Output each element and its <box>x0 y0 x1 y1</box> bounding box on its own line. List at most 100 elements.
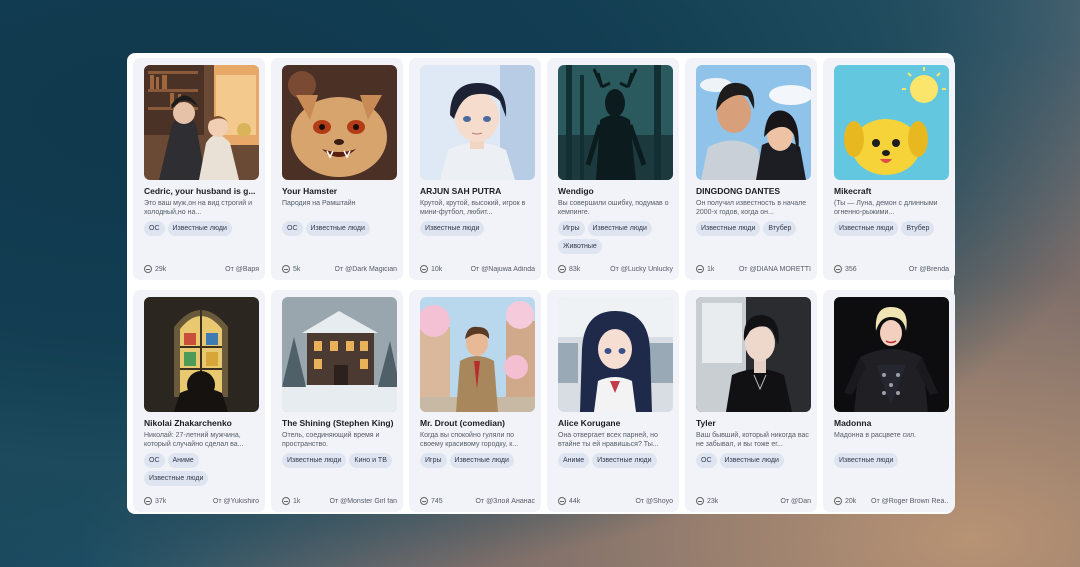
snow-hotel-image <box>282 297 397 412</box>
tag-list: Игры Известные люди <box>420 453 538 468</box>
character-description: Пародия на Рамштайн <box>282 200 356 207</box>
tag-chip[interactable]: Известные люди <box>592 453 657 468</box>
church-window-image <box>144 297 259 412</box>
chat-bubble-icon <box>558 497 566 505</box>
tag-list: Известные люди Кино и ТВ <box>282 453 400 468</box>
character-card[interactable]: Tyler Ваш бывший, который никогда вас не… <box>685 290 817 512</box>
chat-count: 37k <box>144 497 166 505</box>
tag-chip[interactable]: Известные люди <box>719 453 784 468</box>
card-footer: 29k От @Варя <box>144 265 259 273</box>
couple-library-image <box>144 65 259 180</box>
card-footer: 83k От @Lucky Unlucky <box>558 265 673 273</box>
chat-bubble-icon <box>282 497 290 505</box>
character-card[interactable]: Alice Korugane Она отвергает всех парней… <box>547 290 679 512</box>
tag-chip[interactable]: ОС <box>696 453 717 468</box>
chat-count-value: 44k <box>569 497 581 505</box>
chat-count: 10k <box>420 265 442 273</box>
tag-chip[interactable]: Игры <box>420 453 447 468</box>
tag-chip[interactable]: Втубер <box>901 221 935 236</box>
tag-list: Игры Известные люди Животные <box>558 221 676 254</box>
character-card[interactable]: Cedric, your husband is g... Это ваш муж… <box>133 58 265 280</box>
character-description: Вы совершили ошибку, подумав о кемпинге. <box>558 200 669 216</box>
character-title: Tyler <box>696 418 716 428</box>
tag-chip[interactable]: Известные люди <box>167 221 232 236</box>
chat-bubble-icon <box>144 497 152 505</box>
author-link[interactable]: От @DIANA MORETTI <box>739 266 811 273</box>
character-description: Крутой, крутой, высокий, игрок в мини-фу… <box>420 200 526 216</box>
author-link[interactable]: От @Brenda <box>909 266 949 273</box>
character-title: Your Hamster <box>282 186 338 196</box>
tag-chip[interactable]: Животные <box>558 239 602 254</box>
character-title: Nikolai Zhakarchenko <box>144 418 232 428</box>
tag-chip[interactable]: Известные люди <box>587 221 652 236</box>
tag-list: Известные люди Втубер <box>834 221 952 236</box>
author-link[interactable]: От @Roger Brown Rea... <box>871 498 949 505</box>
tag-chip[interactable]: Известные люди <box>305 221 370 236</box>
character-grid: Cedric, your husband is g... Это ваш муж… <box>127 53 955 514</box>
character-title: Alice Korugane <box>558 418 621 428</box>
tag-chip[interactable]: ОС <box>144 221 165 236</box>
author-link[interactable]: От @Najuwa Adinda <box>471 266 535 273</box>
tag-chip[interactable]: Аниме <box>167 453 199 468</box>
author-link[interactable]: От @Monster Girl fan <box>330 498 398 505</box>
tag-chip[interactable]: Известные люди <box>420 221 485 236</box>
character-card[interactable]: Mr. Drout (comedian) Когда вы спокойно г… <box>409 290 541 512</box>
character-title: Cedric, your husband is g... <box>144 186 256 196</box>
anime-girl-image <box>558 297 673 412</box>
card-footer: 1k От @DIANA MORETTI <box>696 265 811 273</box>
chat-count: 83k <box>558 265 580 273</box>
wendigo-image <box>558 65 673 180</box>
card-footer: 5k От @Dark Magician <box>282 265 397 273</box>
card-footer: 23k От @Dan <box>696 497 811 505</box>
character-title: Mikecraft <box>834 186 872 196</box>
chat-count: 745 <box>420 497 443 505</box>
author-link[interactable]: От @Lucky Unlucky <box>610 266 673 273</box>
character-card[interactable]: The Shining (Stephen King) Отель, соедин… <box>271 290 403 512</box>
tag-list: Известные люди <box>420 221 538 236</box>
tag-chip[interactable]: Известные люди <box>144 471 209 486</box>
tag-chip[interactable]: Известные люди <box>696 221 761 236</box>
chat-count: 5k <box>282 265 300 273</box>
chat-bubble-icon <box>834 497 842 505</box>
character-title: ARJUN SAH PUTRA <box>420 186 502 196</box>
author-link[interactable]: От @Варя <box>225 266 259 273</box>
character-card[interactable]: ARJUN SAH PUTRA Крутой, крутой, высокий,… <box>409 58 541 280</box>
tag-chip[interactable]: Втубер <box>763 221 797 236</box>
tag-chip[interactable]: Аниме <box>558 453 590 468</box>
character-card[interactable]: DINGDONG DANTES Он получил известность в… <box>685 58 817 280</box>
character-card[interactable]: Mikecraft (Ты — Луна, демон с длинными о… <box>823 58 955 280</box>
tag-chip[interactable]: ОС <box>144 453 165 468</box>
chat-count-value: 5k <box>293 265 301 273</box>
chat-count-value: 745 <box>431 497 443 505</box>
tag-chip[interactable]: Игры <box>558 221 585 236</box>
character-card[interactable]: Nikolai Zhakarchenko Николай: 27-летний … <box>133 290 265 512</box>
character-description: Ваш бывший, который никогда вас не забыв… <box>696 432 809 448</box>
chat-count-value: 83k <box>569 265 581 273</box>
character-title: Madonna <box>834 418 872 428</box>
tag-chip[interactable]: ОС <box>282 221 303 236</box>
character-card[interactable]: Your Hamster Пародия на Рамштайн ОС Извес… <box>271 58 403 280</box>
tag-chip[interactable]: Известные люди <box>834 221 899 236</box>
character-card[interactable]: Wendigo Вы совершили ошибку, подумав о к… <box>547 58 679 280</box>
author-link[interactable]: От @Shoyo <box>635 498 673 505</box>
tag-chip[interactable]: Известные люди <box>449 453 514 468</box>
chat-bubble-icon <box>420 265 428 273</box>
chat-count: 23k <box>696 497 718 505</box>
card-footer: 20k От @Roger Brown Rea... <box>834 497 949 505</box>
author-link[interactable]: От @Злой Ананас <box>475 498 535 505</box>
author-link[interactable]: От @Dan <box>780 498 811 505</box>
card-footer: 745 От @Злой Ананас <box>420 497 535 505</box>
author-link[interactable]: От @Dark Magician <box>335 266 397 273</box>
tag-list: Известные люди Втубер <box>696 221 814 236</box>
character-card[interactable]: Madonna Мадонна в расцвете сил. Известны… <box>823 290 955 512</box>
tag-chip[interactable]: Известные люди <box>834 453 899 468</box>
tag-chip[interactable]: Известные люди <box>282 453 347 468</box>
author-link[interactable]: От @Yukishiro <box>213 498 259 505</box>
character-description: Мадонна в расцвете сил. <box>834 432 917 439</box>
character-title: Mr. Drout (comedian) <box>420 418 506 428</box>
tag-list: ОС Известные люди <box>696 453 814 468</box>
tag-chip[interactable]: Кино и ТВ <box>349 453 392 468</box>
card-footer: 1k От @Monster Girl fan <box>282 497 397 505</box>
madonna-image <box>834 297 949 412</box>
card-footer: 356 От @Brenda <box>834 265 949 273</box>
